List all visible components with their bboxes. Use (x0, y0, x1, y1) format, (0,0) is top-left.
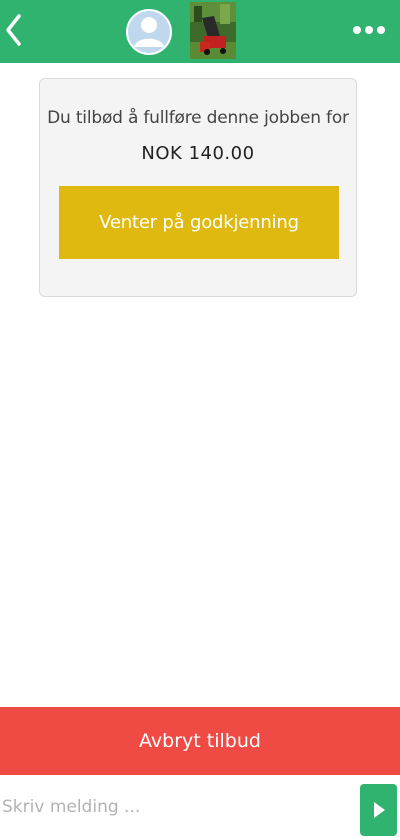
chevron-left-icon (6, 14, 21, 46)
back-button[interactable] (4, 12, 24, 48)
more-options-button[interactable] (352, 22, 386, 36)
job-photo-thumbnail[interactable] (190, 2, 236, 59)
offer-card: Du tilbød å fullføre denne jobben for NO… (39, 78, 357, 297)
send-button[interactable] (360, 784, 397, 836)
message-composer (0, 775, 400, 840)
user-avatar[interactable] (126, 5, 172, 57)
cancel-offer-button[interactable]: Avbryt tilbud (0, 707, 400, 775)
offer-message: Du tilbød å fullføre denne jobben for (47, 108, 349, 128)
top-bar (0, 0, 400, 63)
awaiting-approval-button[interactable]: Venter på godkjenning (59, 186, 339, 259)
lawnmower-photo (190, 2, 236, 59)
more-dots-icon (353, 26, 385, 34)
user-avatar-icon (126, 9, 172, 55)
send-arrow-icon (374, 802, 385, 818)
offer-price: NOK 140.00 (141, 143, 255, 164)
message-input[interactable] (0, 785, 352, 829)
